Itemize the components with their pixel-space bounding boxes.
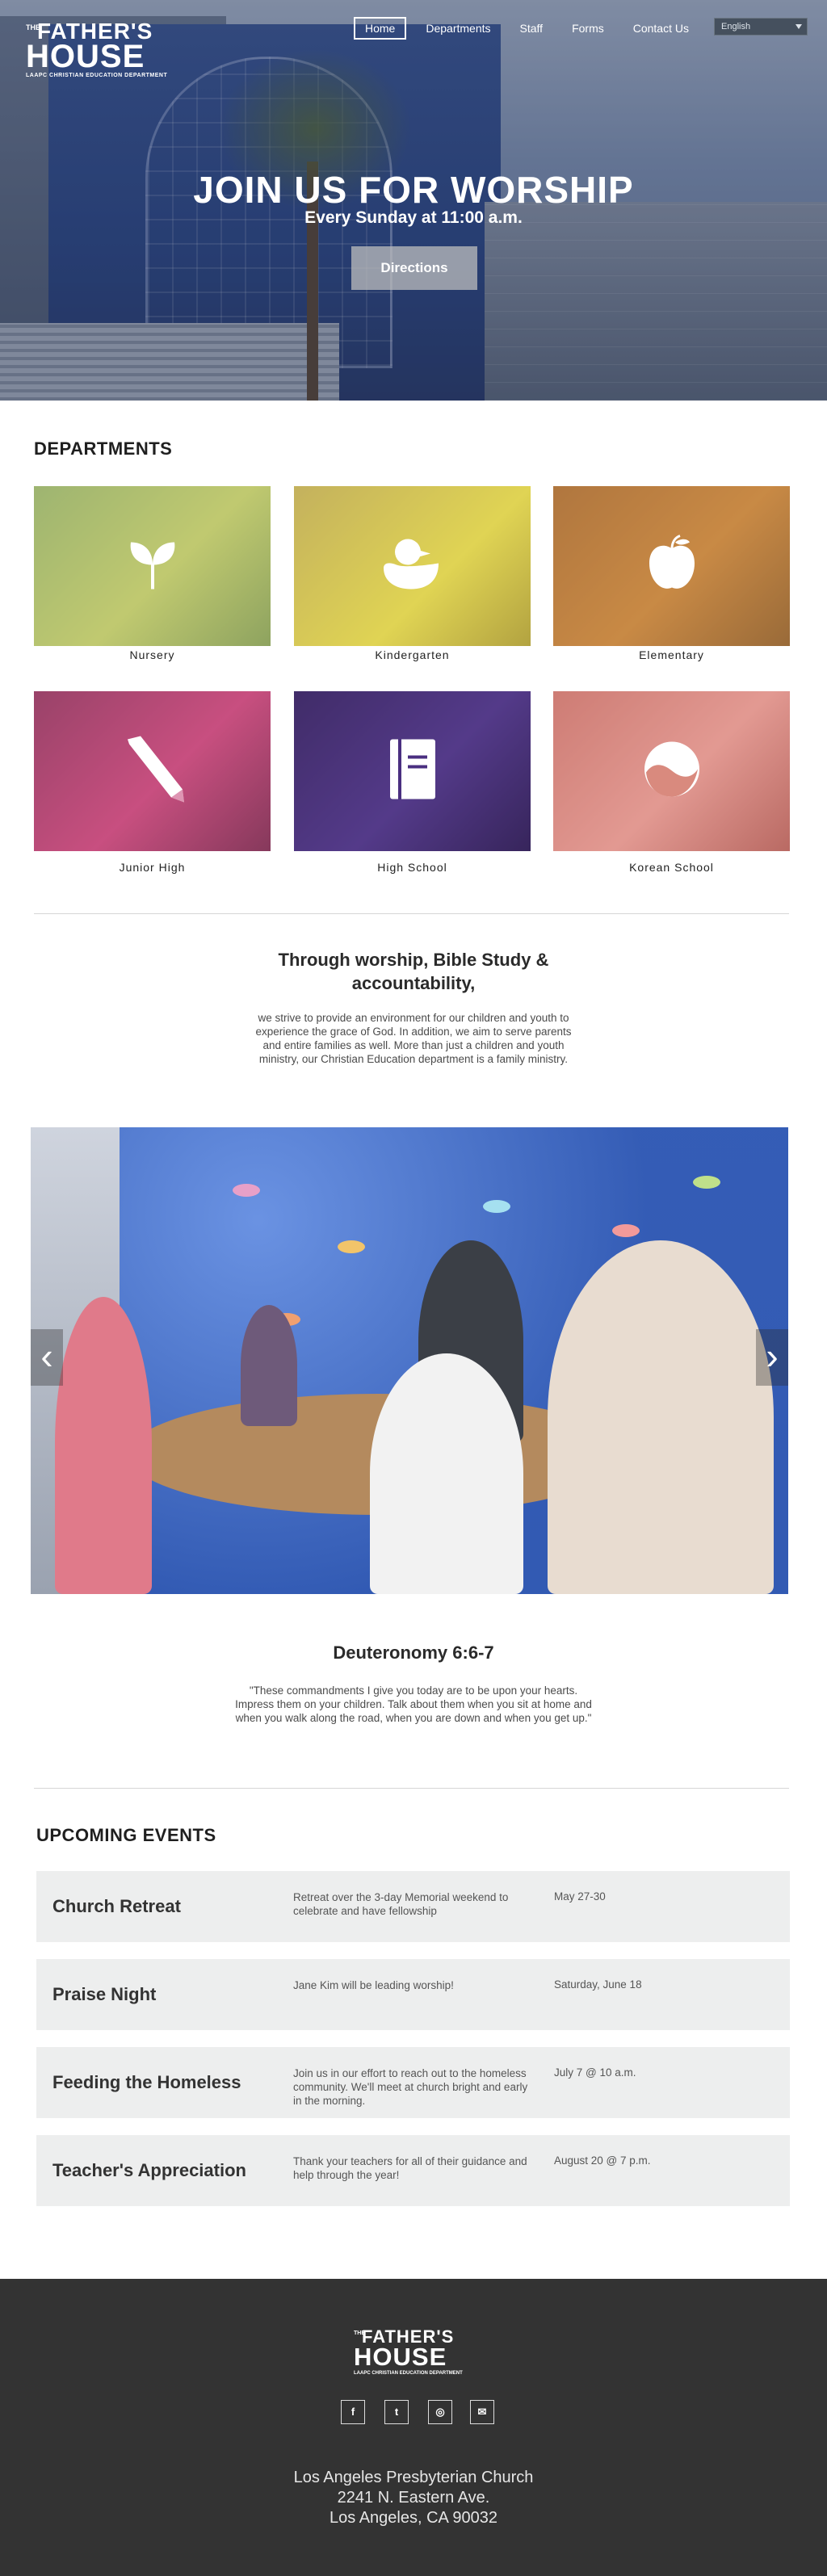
site-logo[interactable]: THE FATHER'S HOUSE LAAPC CHRISTIAN EDUCA… [26,19,187,79]
footer-address-city: Los Angeles, CA 90032 [330,2509,497,2527]
slide-decoration [612,1224,640,1237]
event-name: Praise Night [52,1984,157,2004]
slide-decoration [233,1184,260,1197]
event-description: Retreat over the 3-day Memorial weekend … [293,1891,509,1917]
sprout-icon [124,536,181,597]
dept-card-nursery[interactable] [34,486,271,646]
dept-card-elementary[interactable] [553,486,790,646]
event-name: Feeding the Homeless [52,2072,241,2092]
language-select[interactable]: English [714,18,808,36]
verse-body: "These commandments I give you today are… [235,1684,592,1724]
event-row[interactable]: Feeding the Homeless Join us in our effo… [36,2047,790,2118]
slider-next-button[interactable]: › [756,1329,788,1386]
dept-label-nursery[interactable]: Nursery [34,648,271,661]
footer-logo-tagline: LAAPC CHRISTIAN EDUCATION DEPARTMENT [354,2371,463,2376]
dept-card-high-school[interactable] [294,691,531,851]
hero-subtitle: Every Sunday at 11:00 a.m. [304,208,523,227]
directions-button[interactable]: Directions [351,246,477,290]
email-icon[interactable]: ✉ [470,2400,494,2424]
event-name: Church Retreat [52,1896,181,1916]
slide-child [241,1305,297,1426]
dept-card-kindergarten[interactable] [294,486,531,646]
main-nav: Home Departments Staff Forms Contact Us [354,17,708,40]
facebook-icon[interactable]: f [341,2400,365,2424]
event-name: Teacher's Appreciation [52,2160,246,2180]
event-row[interactable]: Teacher's Appreciation Thank your teache… [36,2135,790,2206]
yin-yang-icon [641,739,703,804]
mission-title: Through worship, Bible Study & accountab… [278,950,549,993]
event-date: August 20 @ 7 p.m. [554,2154,651,2167]
logo-line2: HOUSE [26,39,145,74]
event-row[interactable]: Church Retreat Retreat over the 3-day Me… [36,1871,790,1942]
footer-logo-line2: HOUSE [354,2343,447,2371]
slide-decoration [483,1200,510,1213]
chevron-down-icon [796,24,802,29]
hero-title: JOIN US FOR WORSHIP [193,169,634,211]
nav-forms[interactable]: Forms [562,19,614,38]
event-description: Join us in our effort to reach out to th… [293,2067,528,2107]
notebook-icon [387,738,439,805]
slide-child [370,1353,523,1594]
instagram-icon[interactable]: ◎ [428,2400,452,2424]
nav-home[interactable]: Home [354,17,407,40]
slide-parent [548,1240,774,1594]
footer-address-street: 2241 N. Eastern Ave. [337,2489,490,2507]
photo-slider[interactable]: ‹ › [31,1127,788,1594]
dept-label-elementary[interactable]: Elementary [553,648,790,661]
apple-icon [646,535,698,598]
section-divider [34,1788,789,1789]
dept-card-korean-school[interactable] [553,691,790,851]
hero-banner: THE FATHER'S HOUSE LAAPC CHRISTIAN EDUCA… [0,0,827,401]
mission-body: we strive to provide an environment for … [255,1012,572,1065]
slide-child [55,1297,152,1594]
nav-staff[interactable]: Staff [510,19,553,38]
logo-tagline: LAAPC CHRISTIAN EDUCATION DEPARTMENT [26,73,168,78]
twitter-icon[interactable]: t [384,2400,409,2424]
verse-title: Deuteronomy 6:6-7 [333,1643,494,1663]
slide-decoration [693,1176,720,1189]
site-footer: THE FATHER'S HOUSE LAAPC CHRISTIAN EDUCA… [0,2279,827,2576]
slide-decoration [338,1240,365,1253]
dept-label-korean-school[interactable]: Korean School [553,861,790,874]
section-divider [34,913,789,914]
dept-label-junior-high[interactable]: Junior High [34,861,271,874]
dept-label-kindergarten[interactable]: Kindergarten [294,648,531,661]
nav-contact[interactable]: Contact Us [623,19,699,38]
footer-address-name: Los Angeles Presbyterian Church [293,2469,534,2486]
slider-prev-button[interactable]: ‹ [31,1329,63,1386]
event-date: May 27-30 [554,1890,606,1903]
event-description: Thank your teachers for all of their gui… [293,2155,527,2181]
dept-card-junior-high[interactable] [34,691,271,851]
footer-logo[interactable]: THE FATHER'S HOUSE LAAPC CHRISTIAN EDUCA… [354,2327,475,2377]
event-description: Jane Kim will be leading worship! [293,1979,454,1991]
duck-icon [380,536,445,597]
event-date: July 7 @ 10 a.m. [554,2066,636,2079]
event-date: Saturday, June 18 [554,1978,642,1991]
language-select-value: English [721,22,751,31]
dept-label-high-school[interactable]: High School [294,861,531,874]
nav-departments[interactable]: Departments [416,19,500,38]
event-row[interactable]: Praise Night Jane Kim will be leading wo… [36,1959,790,2030]
pencil-icon [116,733,189,810]
departments-heading: DEPARTMENTS [34,438,173,459]
events-heading: UPCOMING EVENTS [36,1825,216,1845]
